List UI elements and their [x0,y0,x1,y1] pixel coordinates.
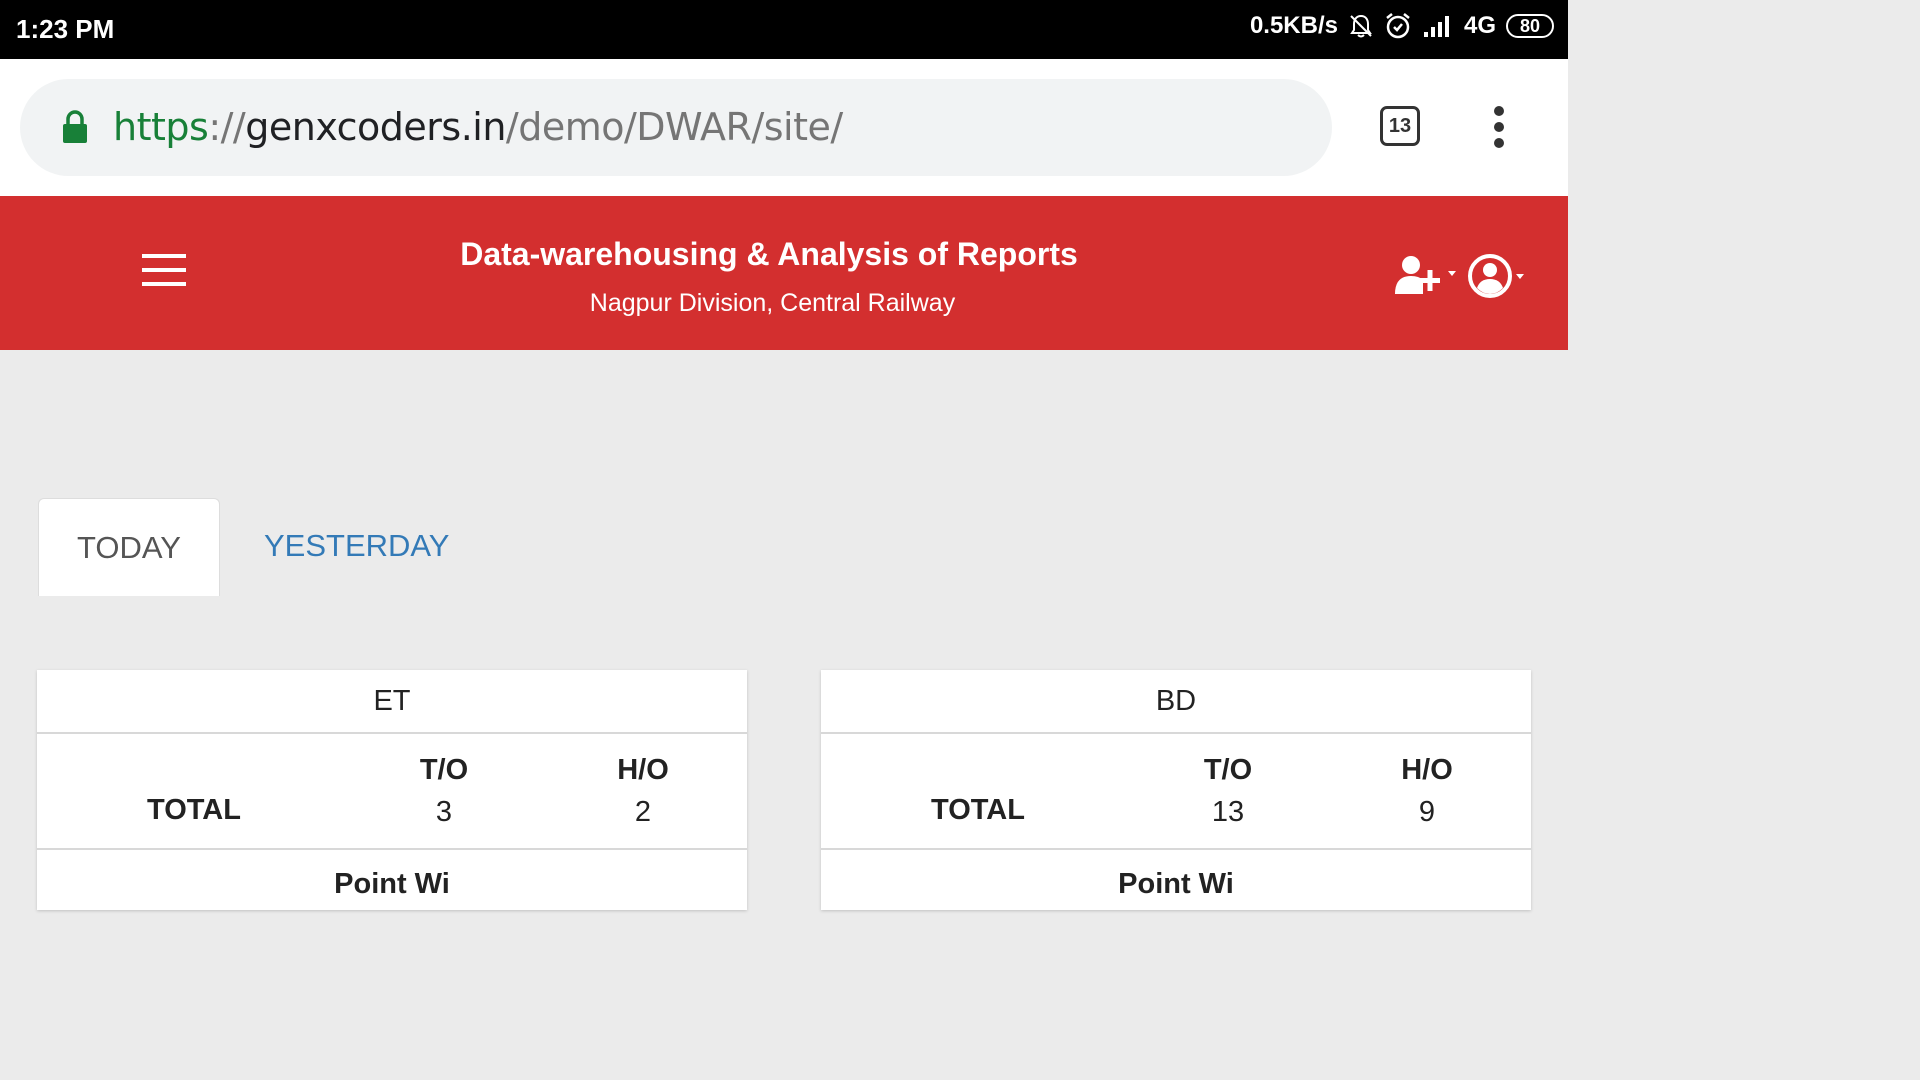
add-user-icon[interactable] [1393,254,1463,298]
tab-count: 13 [1388,114,1412,137]
browser-toolbar: https://genxcoders.in/demo/DWAR/site/ 13 [0,59,1568,196]
signal-icon [1423,16,1449,37]
kebab-dot [1494,122,1504,132]
column-header-ho: H/O [617,754,669,786]
status-bar: 1:23 PM 0.5KB/s 4G 80 [0,0,1568,59]
card-title: BD [821,670,1531,734]
net-speed: 0.5KB/s [1249,12,1338,39]
url-text[interactable]: https://genxcoders.in/demo/DWAR/site/ [113,105,843,149]
alarm-icon [1386,13,1410,39]
column-header-to: T/O [1203,754,1253,786]
url-host: genxcoders.in [245,105,506,149]
battery-icon: 80 [1506,14,1554,38]
column-header-ho: H/O [1401,754,1453,786]
value-ho: 9 [1418,796,1436,828]
url-scheme: https [113,105,209,149]
tab-yesterday-label: YESTERDAY [264,528,450,563]
value-to: 13 [1211,796,1245,828]
card-stats: T/O H/O TOTAL 13 9 [821,734,1531,850]
tab-today-label: TODAY [77,529,181,565]
app-header: Data-warehousing & Analysis of Reports N… [0,196,1568,350]
row-label-total: TOTAL [931,794,1025,826]
kebab-dot [1494,138,1504,148]
account-icon[interactable] [1466,252,1534,300]
card-title: ET [37,670,747,734]
network-type: 4G [1463,12,1496,39]
card-et: ET T/O H/O TOTAL 3 2 Point Wi [37,670,747,910]
value-to: 3 [435,796,453,828]
page-title: Data-warehousing & Analysis of Reports [460,236,1078,272]
notifications-off-icon [1350,14,1372,38]
tab-switcher-button[interactable]: 13 [1380,106,1420,146]
status-icons: 0.5KB/s 4G 80 [1250,12,1554,40]
card-stats: T/O H/O TOTAL 3 2 [37,734,747,850]
value-ho: 2 [634,796,652,828]
lock-icon[interactable] [62,109,88,145]
tab-yesterday[interactable]: YESTERDAY [264,528,449,564]
status-time: 1:23 PM [16,14,115,44]
url-path: /demo/DWAR/site/ [505,105,843,149]
row-label-total: TOTAL [147,794,241,826]
address-bar[interactable]: https://genxcoders.in/demo/DWAR/site/ [20,79,1332,176]
tab-today[interactable]: TODAY [38,498,220,596]
column-header-to: T/O [419,754,469,786]
battery-level: 80 [1519,15,1541,36]
url-separator: :// [208,105,246,149]
kebab-dot [1494,106,1504,116]
card-bd: BD T/O H/O TOTAL 13 9 Point Wi [821,670,1531,910]
page-subtitle: Nagpur Division, Central Railway [589,289,956,317]
menu-icon-bar [142,282,186,286]
point-wise-heading: Point Wi [1118,868,1234,900]
point-wise-heading: Point Wi [334,868,450,900]
more-options-icon[interactable] [1488,106,1510,150]
